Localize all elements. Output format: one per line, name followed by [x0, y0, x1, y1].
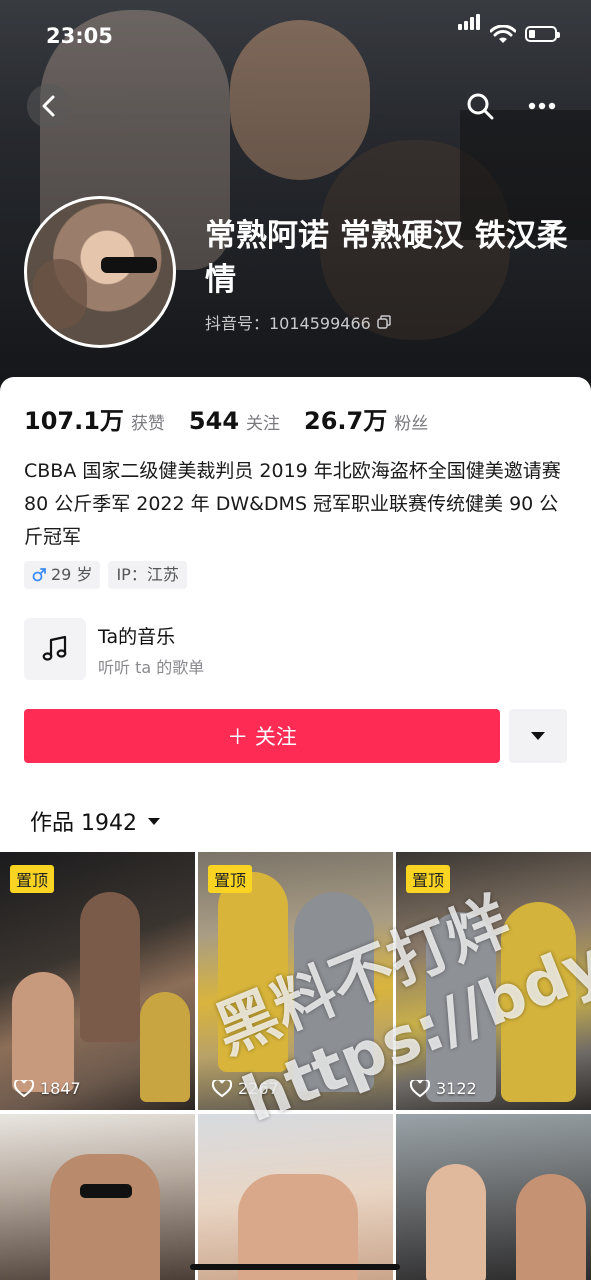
avatar[interactable] — [24, 196, 176, 348]
search-icon — [467, 93, 494, 120]
ip-text: IP：江苏 — [116, 565, 179, 584]
stat-followers-value: 26.7万 — [304, 407, 388, 435]
stat-likes-label: 获赞 — [130, 414, 165, 434]
heart-icon — [212, 1079, 232, 1097]
ip-tag: IP：江苏 — [108, 561, 187, 589]
thumb-figure — [12, 972, 74, 1092]
douyin-id-text: 抖音号：1014599466 — [205, 314, 371, 333]
stat-likes-value: 107.1万 — [24, 407, 124, 435]
stat-followers-label: 粉丝 — [394, 414, 429, 434]
thumb-figure — [80, 892, 140, 1042]
stat-likes[interactable]: 107.1万 获赞 — [24, 401, 165, 436]
thumb-sunglasses-shape — [80, 1184, 132, 1198]
music-icon-box — [24, 618, 86, 680]
music-note-icon — [42, 635, 67, 661]
battery-icon — [525, 26, 560, 42]
profile-tags: 29 岁 IP：江苏 — [24, 561, 187, 589]
video-thumbnail[interactable] — [0, 1114, 195, 1280]
profile-card: 107.1万 获赞 544 关注 26.7万 粉丝 CBBA 国家二级健美裁判员 20… — [0, 377, 591, 837]
video-thumbnail[interactable] — [396, 1114, 591, 1280]
like-count: 1847 — [14, 1079, 81, 1098]
status-bar: 23:05 — [0, 14, 591, 52]
stats-row: 107.1万 获赞 544 关注 26.7万 粉丝 — [24, 401, 452, 436]
stat-following-value: 544 — [188, 407, 240, 435]
pinned-badge: 置顶 — [406, 865, 451, 893]
avatar-tattoo-shape — [33, 259, 87, 329]
pinned-badge: 置顶 — [208, 865, 253, 893]
more-actions-dropdown-button[interactable] — [509, 709, 567, 763]
caret-down-icon — [531, 732, 545, 740]
thumb-figure — [50, 1154, 160, 1280]
follow-button[interactable]: ＋ 关注 — [24, 709, 500, 763]
stat-following-label: 关注 — [246, 414, 281, 434]
male-icon — [32, 568, 46, 582]
search-button[interactable] — [458, 84, 502, 128]
stat-followers[interactable]: 26.7万 粉丝 — [304, 401, 428, 436]
back-button[interactable] — [27, 84, 71, 128]
caret-down-icon — [147, 817, 160, 825]
like-count-text: 3122 — [436, 1079, 477, 1098]
like-count-text: 1847 — [40, 1079, 81, 1098]
status-time: 23:05 — [46, 24, 113, 48]
heart-icon — [410, 1079, 430, 1097]
profile-name: 常熟阿诺 常熟硬汉 铁汉柔情 — [205, 218, 568, 298]
follow-label: ＋ 关注 — [227, 725, 297, 749]
stat-following[interactable]: 544 关注 — [189, 407, 280, 435]
tab-works[interactable]: 作品 1942 — [30, 805, 161, 837]
bio-text: CBBA 国家二级健美裁判员 2019 年北欧海盗杯全国健美邀请赛 80 公斤季… — [24, 460, 561, 548]
thumb-figure — [516, 1174, 586, 1280]
copy-icon — [377, 315, 391, 329]
age-tag: 29 岁 — [24, 561, 101, 589]
thumb-figure — [140, 992, 190, 1102]
chevron-left-icon — [42, 95, 55, 117]
pinned-badge: 置顶 — [10, 865, 55, 893]
like-count: 3122 — [410, 1079, 477, 1098]
douyin-id[interactable]: 抖音号：1014599466 — [205, 310, 391, 334]
works-tab-label: 作品 1942 — [30, 811, 137, 836]
home-indicator[interactable] — [190, 1264, 400, 1270]
age-text: 29 岁 — [51, 565, 93, 584]
more-dots-icon — [528, 102, 556, 110]
music-title: Ta的音乐 — [98, 626, 176, 648]
music-entry[interactable]: Ta的音乐 听听 ta 的歌单 — [24, 618, 564, 680]
video-thumbnail[interactable]: 置顶 1847 — [0, 852, 195, 1110]
heart-icon — [14, 1079, 34, 1097]
thumb-figure — [426, 1164, 486, 1280]
video-thumbnail[interactable] — [198, 1114, 393, 1280]
wifi-icon — [490, 25, 516, 43]
avatar-sunglasses-shape — [101, 257, 157, 273]
music-subtitle: 听听 ta 的歌单 — [98, 658, 205, 677]
more-options-button[interactable] — [520, 84, 564, 128]
